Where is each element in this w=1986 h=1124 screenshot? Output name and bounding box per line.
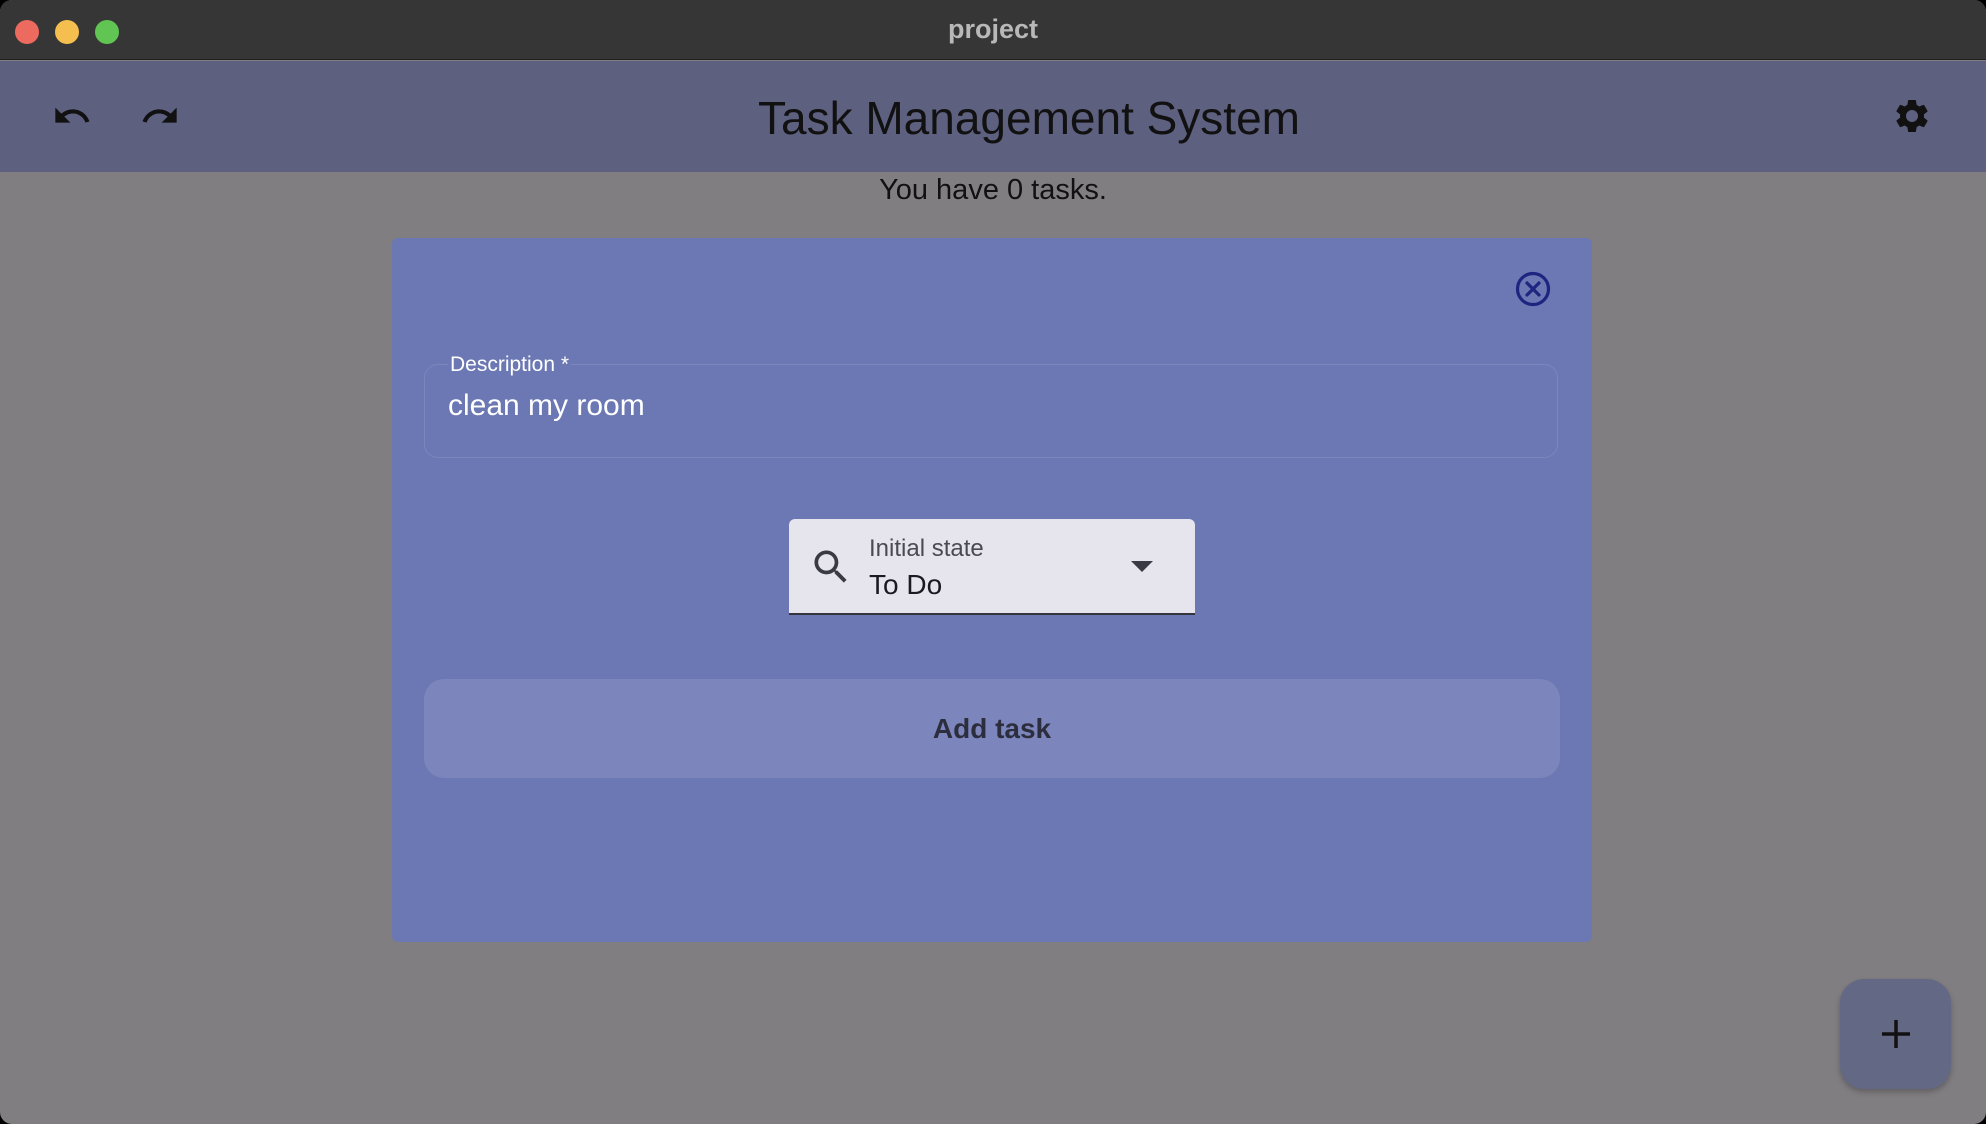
close-circle-icon (1515, 271, 1551, 307)
initial-state-label: Initial state (869, 535, 984, 562)
gear-icon (1896, 100, 1928, 132)
description-input[interactable]: clean my room (448, 389, 645, 423)
add-task-button[interactable]: Add task (424, 679, 1560, 778)
initial-state-dropdown[interactable]: Initial state To Do (789, 519, 1195, 615)
description-label: Description * (448, 353, 572, 377)
initial-state-value: To Do (869, 569, 943, 600)
description-field[interactable]: Description * clean my room (424, 353, 1558, 458)
add-task-dialog: Description * clean my room Initial stat… (392, 238, 1592, 942)
settings-button[interactable] (1882, 86, 1942, 146)
window-title: project (947, 14, 1039, 44)
dialog-close-button[interactable] (1514, 270, 1552, 308)
chevron-down-icon (1131, 561, 1153, 572)
app-bar: Task Management System (0, 61, 1986, 172)
app-title: Task Management System (757, 92, 1300, 144)
plus-icon (1881, 1020, 1910, 1048)
title-bar: project (0, 0, 1986, 60)
add-fab-button[interactable] (1840, 979, 1951, 1089)
search-icon (814, 550, 847, 583)
task-count-text: You have 0 tasks. (879, 174, 1107, 206)
app-window: project Task Management System You have … (0, 0, 1986, 1124)
